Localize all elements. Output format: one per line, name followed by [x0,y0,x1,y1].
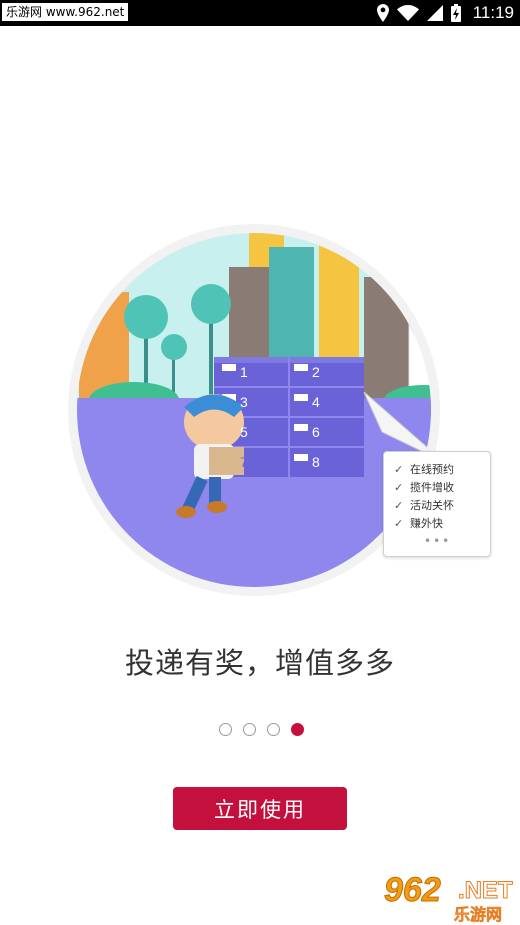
status-icons: 11:19 [376,0,514,26]
checklist-more: ••• [424,534,452,548]
locker-number: 8 [312,454,320,470]
check-icon: ✓ [394,516,404,530]
checklist-item: ✓ 活动关怀 [394,496,490,514]
locker-number: 6 [312,424,320,440]
signal-icon [426,5,443,21]
page-dot[interactable] [219,723,232,736]
locker-number: 1 [240,364,248,380]
wifi-icon [396,5,419,21]
site-logo: 962 .NET 乐游网 [380,871,518,925]
status-time: 11:19 [472,3,514,22]
battery-charging-icon [450,4,461,22]
check-icon: ✓ [394,498,404,512]
checklist-label: 揽件增收 [410,481,454,494]
locker-number: 2 [312,364,320,380]
start-using-button[interactable]: 立即使用 [173,787,347,830]
checklist-item: ✓ 赚外快 [394,514,490,532]
checklist-label: 赚外快 [410,517,443,530]
checklist-label: 在线预约 [410,463,454,476]
checklist-label: 活动关怀 [410,499,454,512]
locker-number: 7 [240,454,248,470]
locker-number: 3 [240,394,248,410]
status-bar: 乐游网 www.962.net 11:19 [0,0,520,26]
locker-number: 5 [240,424,248,440]
logo-number: 962 [384,871,442,910]
location-icon [376,4,389,22]
watermark-tag: 乐游网 www.962.net [2,3,129,21]
logo-name: 乐游网 [454,905,503,925]
check-icon: ✓ [394,462,404,476]
checklist-item: ✓ 揽件增收 [394,478,490,496]
page-dot-active[interactable] [291,723,304,736]
page-dot[interactable] [243,723,256,736]
checklist-item: ✓ 在线预约 [394,460,490,478]
feature-checklist-card: ✓ 在线预约 ✓ 揽件增收 ✓ 活动关怀 ✓ 赚外快 ••• [383,451,491,557]
check-icon: ✓ [394,480,404,494]
locker-number: 4 [312,394,320,410]
page-dot[interactable] [267,723,280,736]
onboarding-headline: 投递有奖，增值多多 [124,646,395,680]
page-indicator [219,723,304,736]
